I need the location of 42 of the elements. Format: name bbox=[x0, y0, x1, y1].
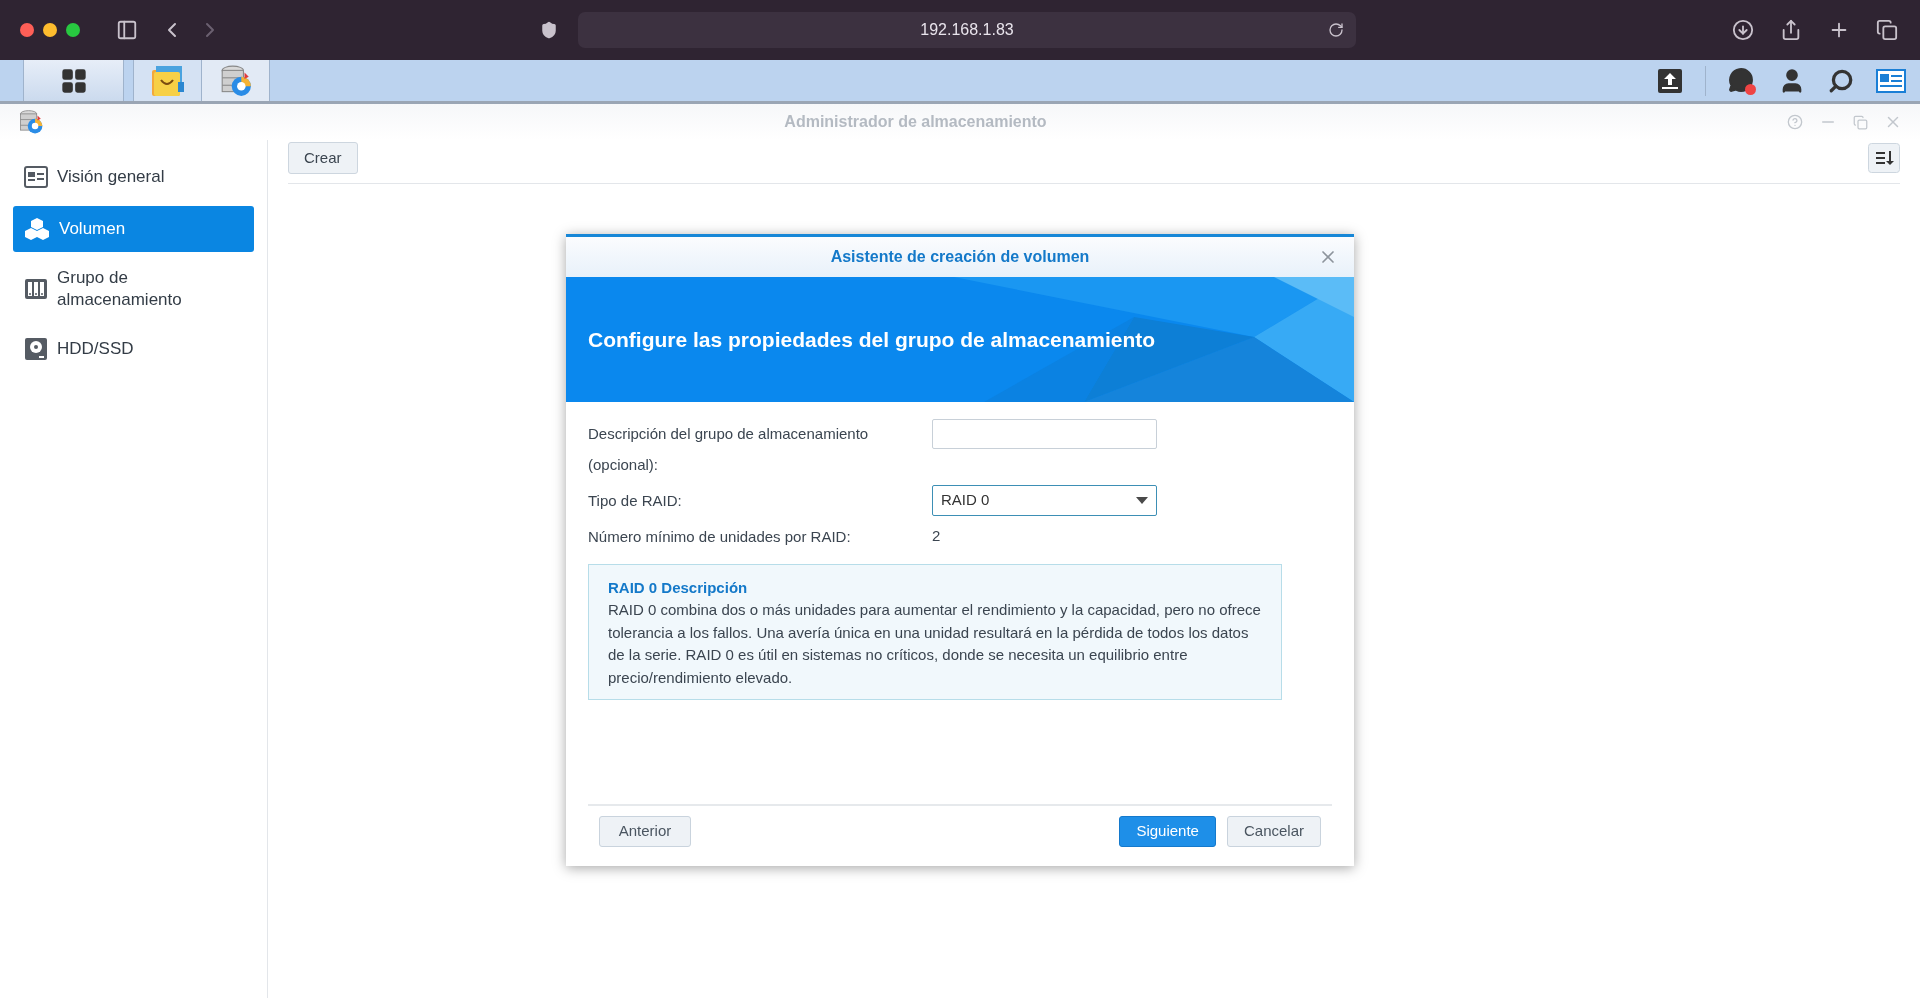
field-label: Número mínimo de unidades por RAID: bbox=[588, 527, 852, 547]
dialog-heading: Configure las propiedades del grupo de almacenamiento bbox=[588, 326, 1156, 353]
dialog-button[interactable]: Anterior bbox=[599, 815, 691, 847]
dialog-button[interactable]: Cancelar bbox=[1226, 815, 1321, 847]
main-menu-icon bbox=[59, 66, 88, 95]
sidebar-toggle-icon[interactable] bbox=[116, 19, 138, 41]
cubes-icon bbox=[24, 217, 50, 241]
dropdown-caret-icon bbox=[1136, 497, 1148, 504]
sidebar-item[interactable]: Grupo de almacenamiento bbox=[13, 258, 254, 320]
reload-icon[interactable] bbox=[1328, 22, 1344, 38]
info-text: RAID 0 combina dos o más unidades para aumentar el rendimiento y la capacidad, pero no ofrece tolerancia a los fallos. Una avería única en una unidad resultará en la pérdida de todos los datos de la serie. RAID 0 es útil en sistemas no críticos, donde se necesita un equilibrio entre precio/rendimiento elevado. bbox=[608, 600, 1262, 688]
create-button[interactable]: Crear bbox=[288, 142, 358, 174]
field-label: Tipo de RAID: bbox=[588, 491, 683, 511]
sidebar-item[interactable]: Volumen bbox=[13, 206, 254, 252]
taskbar-app-button[interactable] bbox=[202, 60, 270, 101]
main-menu-button[interactable] bbox=[24, 60, 124, 101]
widgets-icon[interactable] bbox=[1876, 68, 1906, 93]
drive-bays-icon bbox=[24, 278, 48, 300]
notifications-icon[interactable] bbox=[1728, 66, 1756, 95]
dialog-title: Asistente de creación de volumen bbox=[830, 247, 1090, 267]
minimize-window-button[interactable] bbox=[43, 23, 57, 37]
close-window-button[interactable] bbox=[20, 23, 34, 37]
share-icon[interactable] bbox=[1780, 19, 1802, 41]
upload-icon[interactable] bbox=[1657, 67, 1683, 94]
raid-type-dropdown[interactable]: RAID 0 bbox=[932, 485, 1157, 516]
maximize-window-button[interactable] bbox=[66, 23, 80, 37]
taskbar-app-button[interactable] bbox=[134, 60, 202, 101]
field-label: Descripción del grupo de almacenamiento (opcional): bbox=[588, 424, 870, 475]
download-icon[interactable] bbox=[1732, 19, 1754, 41]
description-input[interactable] bbox=[932, 418, 1157, 449]
storage-manager-icon[interactable] bbox=[18, 109, 44, 135]
tabs-overview-icon[interactable] bbox=[1876, 19, 1898, 41]
id-card-icon bbox=[24, 166, 48, 188]
address-bar[interactable]: 192.168.1.83 bbox=[578, 12, 1356, 48]
search-icon[interactable] bbox=[1828, 67, 1854, 94]
sidebar-item[interactable]: HDD/SSD bbox=[13, 326, 254, 372]
sort-icon[interactable] bbox=[1868, 143, 1900, 173]
shield-icon[interactable] bbox=[540, 21, 558, 39]
window-title: Administrador de almacenamiento bbox=[783, 112, 1048, 132]
sidebar-item[interactable]: Visión general bbox=[13, 154, 254, 200]
field-value: 2 bbox=[932, 526, 941, 547]
info-title: RAID 0 Descripción bbox=[608, 578, 749, 598]
